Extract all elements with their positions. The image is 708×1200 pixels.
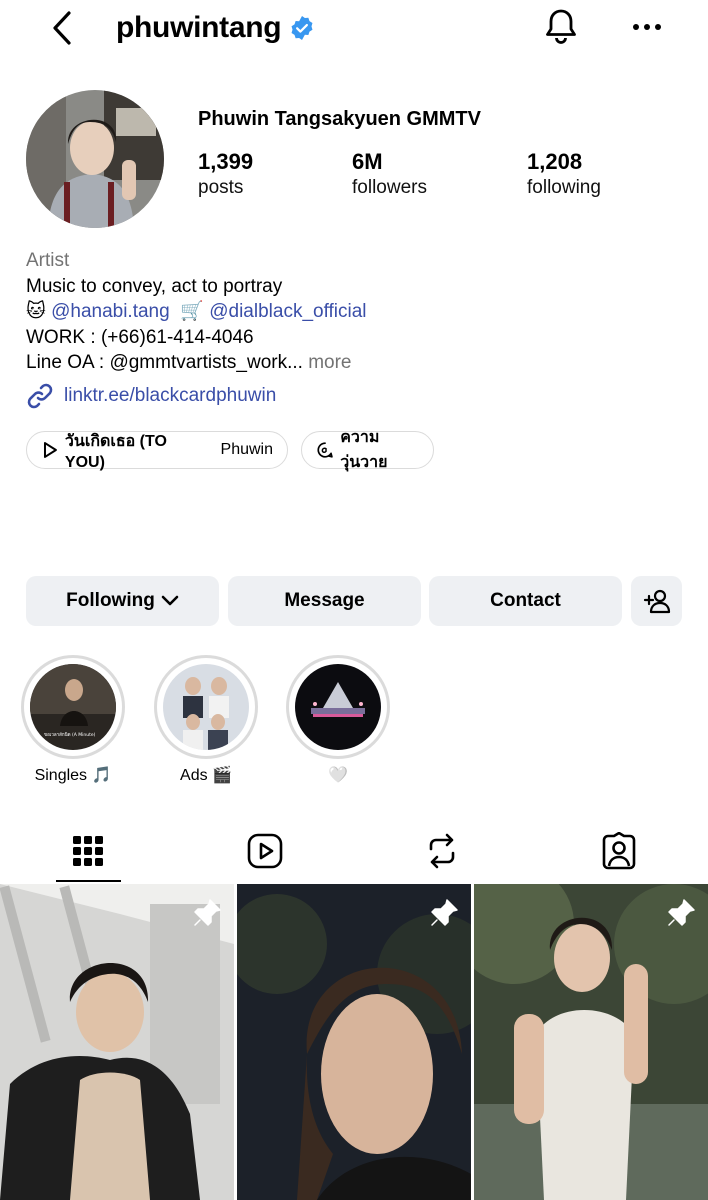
highlight-heart[interactable]: 🤍 bbox=[286, 655, 390, 785]
tab-reels[interactable] bbox=[205, 820, 325, 882]
message-button[interactable]: Message bbox=[228, 576, 421, 626]
profile-link[interactable]: linktr.ee/blackcardphuwin bbox=[26, 382, 276, 410]
highlight-ring bbox=[286, 655, 390, 759]
more-options-button[interactable] bbox=[626, 6, 668, 48]
chevron-down-icon bbox=[161, 595, 179, 606]
music-chip[interactable]: วันเกิดเธอ (TO YOU) Phuwin bbox=[26, 431, 288, 471]
highlight-ring: ขอเวลาสักนิด (A Minute) bbox=[21, 655, 125, 759]
highlight-label: Ads 🎬 bbox=[180, 767, 232, 784]
chevron-left-icon bbox=[53, 11, 71, 45]
bio-more-link[interactable]: more bbox=[308, 352, 351, 373]
add-user-icon bbox=[643, 589, 670, 614]
stat-value: 6M bbox=[352, 149, 383, 174]
post-image bbox=[0, 884, 234, 1200]
stat-label: posts bbox=[198, 177, 244, 198]
song-artist: Phuwin bbox=[220, 441, 273, 458]
mention-link[interactable]: @dialblack_official bbox=[209, 301, 366, 322]
stat-label: followers bbox=[352, 177, 427, 198]
link-icon bbox=[27, 383, 53, 409]
bio-line: Music to convey, act to portray bbox=[26, 275, 283, 297]
pinned-icon bbox=[194, 899, 221, 926]
threads-icon bbox=[317, 442, 333, 458]
repost-icon bbox=[429, 833, 455, 869]
grid-icon bbox=[73, 836, 103, 866]
followers-count[interactable]: 6M followers bbox=[352, 148, 427, 200]
more-horizontal-icon bbox=[633, 24, 661, 30]
post-thumbnail[interactable] bbox=[0, 884, 234, 1200]
suggested-users-button[interactable] bbox=[631, 576, 682, 626]
username-header: phuwintang bbox=[116, 8, 315, 48]
back-button[interactable] bbox=[44, 8, 80, 48]
bio-category: Artist bbox=[26, 250, 70, 271]
pinned-icon bbox=[668, 899, 695, 926]
highlight-cover bbox=[295, 664, 381, 750]
following-count[interactable]: 1,208 following bbox=[527, 148, 601, 200]
profile-link-text: linktr.ee/blackcardphuwin bbox=[64, 385, 277, 406]
tab-posts-grid[interactable] bbox=[28, 820, 148, 882]
post-image bbox=[237, 884, 471, 1200]
profile-avatar[interactable] bbox=[26, 90, 164, 228]
highlight-singles[interactable]: ขอเวลาสักนิด (A Minute) Singles 🎵 bbox=[21, 655, 125, 785]
contact-label: Contact bbox=[490, 590, 561, 611]
mention-link[interactable]: @hanabi.tang bbox=[51, 301, 170, 322]
play-icon bbox=[43, 442, 57, 458]
threads-chip[interactable]: ความวุ่นวาย bbox=[301, 429, 434, 471]
notifications-button[interactable] bbox=[540, 6, 582, 48]
highlight-ring bbox=[154, 655, 258, 759]
display-name: Phuwin Tangsakyuen GMMTV bbox=[198, 108, 481, 130]
message-label: Message bbox=[284, 590, 365, 611]
highlight-cover: ขอเวลาสักนิด (A Minute) bbox=[30, 664, 116, 750]
contact-button[interactable]: Contact bbox=[429, 576, 622, 626]
stat-value: 1,208 bbox=[527, 149, 583, 174]
bio-line: Line OA : @gmmtvartists_work... bbox=[26, 352, 303, 373]
bio: Artist Music to convey, act to portray 🐱… bbox=[26, 248, 686, 376]
highlight-cover bbox=[163, 664, 249, 750]
verified-badge-icon bbox=[291, 15, 313, 41]
highlight-ads[interactable]: Ads 🎬 bbox=[154, 655, 258, 785]
highlight-label: 🤍 bbox=[328, 767, 348, 784]
pinned-icon bbox=[431, 899, 458, 926]
highlight-label: Singles 🎵 bbox=[34, 767, 112, 784]
threads-label: ความวุ่นวาย bbox=[340, 429, 388, 471]
cat-emoji: 🐱 bbox=[26, 301, 46, 322]
tab-reposts[interactable] bbox=[382, 820, 502, 882]
tagged-person-icon bbox=[602, 832, 636, 870]
username: phuwintang bbox=[116, 11, 282, 44]
stat-label: following bbox=[527, 177, 601, 198]
song-title: วันเกิดเธอ (TO YOU) bbox=[64, 432, 167, 471]
cover-text: ขอเวลาสักนิด (A Minute) bbox=[44, 732, 96, 738]
cart-emoji: 🛒 bbox=[180, 301, 204, 322]
avatar-photo bbox=[26, 90, 164, 228]
post-thumbnail[interactable] bbox=[237, 884, 471, 1200]
following-label: Following bbox=[66, 590, 155, 611]
post-image bbox=[474, 884, 708, 1200]
tab-tagged[interactable] bbox=[559, 820, 679, 882]
bio-mentions-line: 🐱 @hanabi.tang 🛒 @dialblack_official bbox=[26, 299, 686, 325]
stat-value: 1,399 bbox=[198, 149, 254, 174]
bio-line: WORK : (+66)61-414-4046 bbox=[26, 326, 254, 348]
following-button[interactable]: Following bbox=[26, 576, 219, 626]
active-tab-indicator bbox=[56, 880, 121, 882]
bio-line-truncated: Line OA : @gmmtvartists_work... more bbox=[26, 350, 686, 376]
reels-icon bbox=[247, 833, 283, 869]
posts-count[interactable]: 1,399 posts bbox=[198, 148, 253, 200]
top-bar: phuwintang bbox=[0, 0, 708, 56]
post-thumbnail[interactable] bbox=[474, 884, 708, 1200]
bell-icon bbox=[546, 9, 576, 44]
